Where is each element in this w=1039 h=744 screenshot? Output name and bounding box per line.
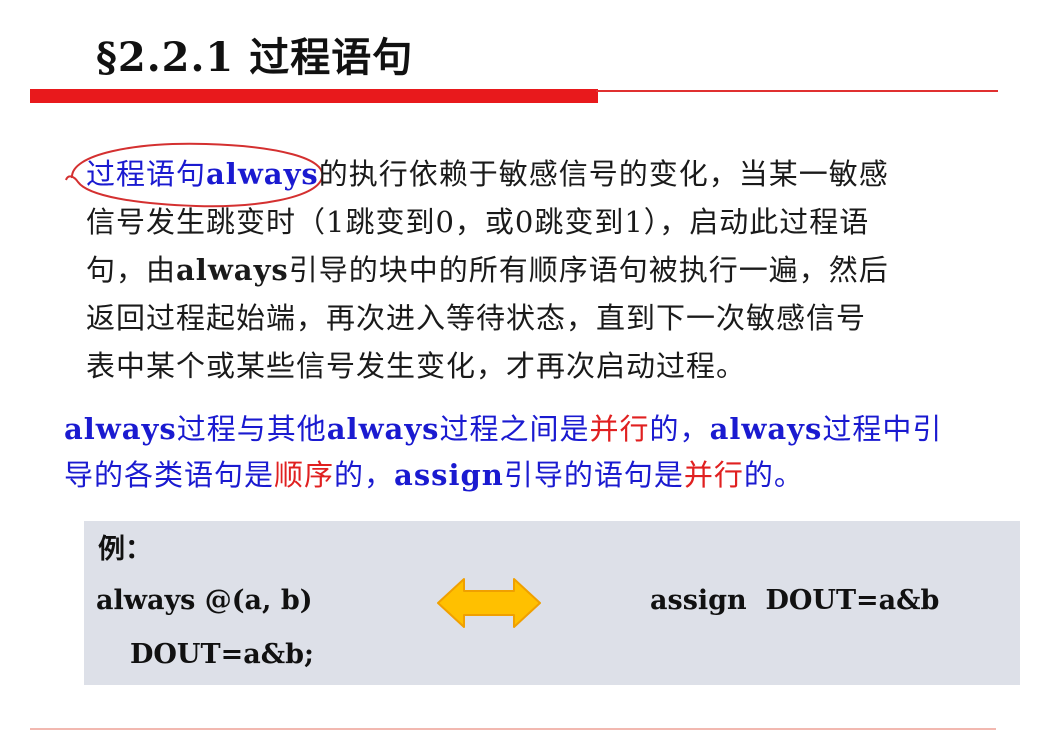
para1-line-4: 返回过程起始端，再次进入等待状态，直到下一次敏感信号 [86, 301, 867, 335]
keyword-always: always [64, 412, 177, 446]
text-span: 过程与其他 [176, 412, 327, 446]
text-span: 的执行依赖于敏感信号的变化，当某一敏感 [318, 157, 889, 191]
para1-line-2: 信号发生跳变时（1跳变到0，或0跳变到1），启动此过程语 [86, 205, 870, 239]
keyword-always: always [709, 412, 823, 446]
example-label: 例： [98, 534, 152, 565]
title-underline-rule [596, 90, 998, 92]
bottom-divider [30, 728, 996, 730]
highlight-term: 过程语句 [86, 157, 207, 191]
paragraph-parallel-sequential: always过程与其他always过程之间是并行的，always过程中引 导的各… [64, 406, 984, 498]
example-box: 例： always @(a, b) DOUT=a&b; assign DOUT=… [84, 521, 1020, 685]
highlight-parallel: 并行 [683, 458, 744, 492]
text-span: 引导的语句是 [503, 458, 684, 492]
text-span: 导的各类语句是 [64, 458, 275, 492]
text-span: 过程中引 [822, 412, 943, 446]
keyword-always: always [176, 253, 289, 287]
keyword-always: always [326, 412, 440, 446]
highlight-parallel: 并行 [589, 412, 650, 446]
para1-line-1: 过程语句always的执行依赖于敏感信号的变化，当某一敏感 [86, 150, 976, 198]
slide-title: §2.2.1 过程语句 [96, 34, 414, 81]
keyword-assign: assign [394, 458, 504, 492]
text-span: 的。 [743, 458, 804, 492]
code-always-line: always @(a, b) [96, 585, 313, 616]
title-underline-bar [30, 89, 598, 103]
double-arrow-icon [437, 578, 541, 628]
text-span: 的， [334, 458, 395, 492]
highlight-sequential: 顺序 [274, 458, 335, 492]
code-dout-line: DOUT=a&b; [130, 639, 314, 670]
text-span: 过程之间是 [439, 412, 590, 446]
para1-line-3: 句，由always引导的块中的所有顺序语句被执行一遍，然后 [86, 246, 976, 294]
keyword-always: always [206, 157, 319, 191]
para2-line-2: 导的各类语句是顺序的，assign引导的语句是并行的。 [64, 452, 984, 498]
text-span: 的， [649, 412, 710, 446]
text-span: 引导的块中的所有顺序语句被执行一遍，然后 [288, 253, 889, 287]
para1-line-5: 表中某个或某些信号发生变化，才再次启动过程。 [86, 349, 747, 383]
code-assign-line: assign DOUT=a&b [650, 585, 940, 616]
text-span: 句，由 [86, 253, 177, 287]
paragraph-always-description: 过程语句always的执行依赖于敏感信号的变化，当某一敏感 信号发生跳变时（1跳… [86, 150, 976, 390]
para2-line-1: always过程与其他always过程之间是并行的，always过程中引 [64, 406, 984, 452]
